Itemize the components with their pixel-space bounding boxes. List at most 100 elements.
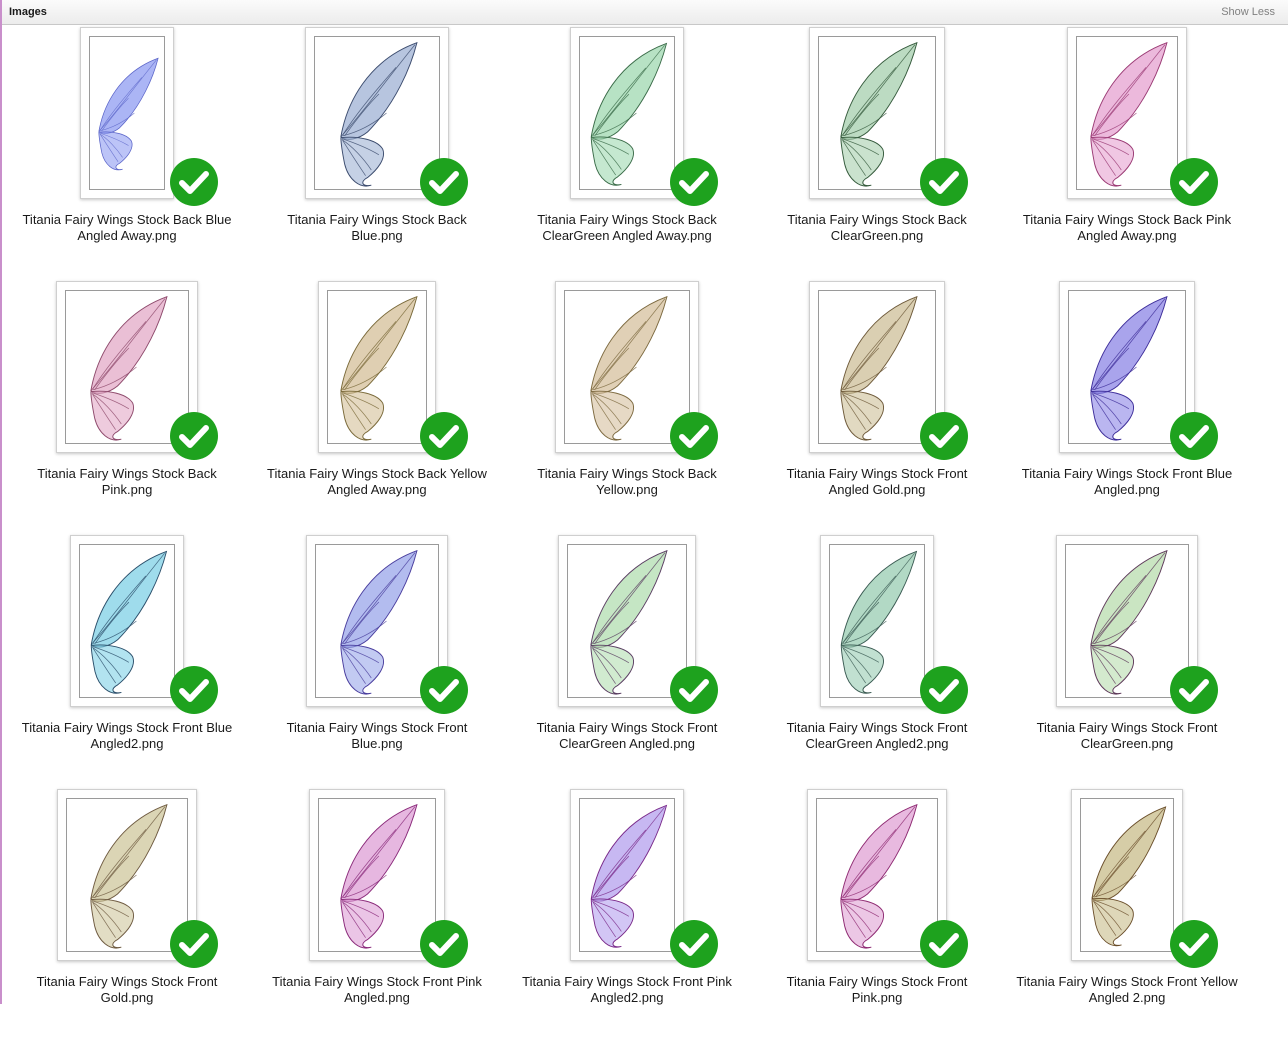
thumbnail-area [502, 25, 752, 207]
check-icon [1169, 157, 1219, 207]
image-item[interactable]: Titania Fairy Wings Stock Front Pink.png [752, 787, 1002, 1041]
check-icon [419, 919, 469, 969]
image-item[interactable]: Titania Fairy Wings Stock Back Yellow An… [252, 279, 502, 533]
thumbnail-image-border [579, 798, 675, 952]
wing-image [1090, 41, 1168, 187]
thumbnail-area [2, 279, 252, 461]
check-icon [919, 919, 969, 969]
thumbnail-area [252, 25, 502, 207]
check-icon [669, 157, 719, 207]
image-item[interactable]: Titania Fairy Wings Stock Back Pink Angl… [1002, 25, 1252, 279]
thumbnail-area [1002, 533, 1252, 715]
images-panel: Images Show Less Titania Fairy Wings Sto… [0, 0, 1288, 1005]
image-item[interactable]: Titania Fairy Wings Stock Front ClearGre… [752, 533, 1002, 787]
image-filename: Titania Fairy Wings Stock Back ClearGree… [537, 212, 717, 243]
image-thumbnail[interactable] [570, 27, 684, 199]
image-filename: Titania Fairy Wings Stock Front ClearGre… [786, 720, 968, 751]
check-icon [919, 665, 969, 715]
image-item[interactable]: Titania Fairy Wings Stock Front Blue Ang… [1002, 279, 1252, 533]
image-item[interactable]: Titania Fairy Wings Stock Front Angled G… [752, 279, 1002, 533]
thumbnail-area [502, 279, 752, 460]
thumbnail-area [2, 25, 252, 207]
image-thumbnail[interactable] [80, 27, 174, 199]
image-item[interactable]: Titania Fairy Wings Stock Front ClearGre… [502, 533, 752, 787]
thumbnail-area [252, 787, 502, 969]
image-item[interactable]: Titania Fairy Wings Stock Front ClearGre… [1002, 533, 1252, 787]
check-icon [419, 157, 469, 207]
wing-image [840, 41, 918, 187]
wing-image [590, 804, 668, 948]
check-icon [1169, 411, 1219, 461]
image-thumbnail[interactable] [570, 789, 684, 961]
image-filename: Titania Fairy Wings Stock Front ClearGre… [536, 720, 718, 751]
image-filename: Titania Fairy Wings Stock Front Pink Ang… [522, 974, 732, 1005]
thumbnail-area [752, 533, 1002, 715]
image-filename: Titania Fairy Wings Stock Front Blue Ang… [1021, 466, 1233, 497]
image-grid: Titania Fairy Wings Stock Back Blue Angl… [2, 25, 1288, 1005]
image-item[interactable]: Titania Fairy Wings Stock Back Yellow.pn… [502, 279, 752, 533]
thumbnail-area [752, 25, 1002, 207]
image-filename: Titania Fairy Wings Stock Back Yellow.pn… [537, 466, 717, 497]
image-item[interactable]: Titania Fairy Wings Stock Back Blue.png [252, 25, 502, 279]
wing-image [590, 42, 668, 186]
image-item[interactable]: Titania Fairy Wings Stock Front Blue.png [252, 533, 502, 787]
check-icon [169, 411, 219, 461]
image-item[interactable]: Titania Fairy Wings Stock Back ClearGree… [502, 25, 752, 279]
thumbnail-area [1002, 279, 1252, 461]
check-icon [1169, 665, 1219, 715]
thumbnail-area [502, 787, 752, 969]
image-thumbnail[interactable] [70, 535, 184, 707]
check-icon [669, 665, 719, 715]
image-filename: Titania Fairy Wings Stock Front Pink.png [786, 974, 968, 1005]
image-filename: Titania Fairy Wings Stock Back Pink.png [37, 466, 217, 497]
check-icon [419, 665, 469, 715]
thumbnail-area [752, 279, 1002, 461]
thumbnail-area [2, 787, 252, 968]
thumbnail-area [502, 533, 752, 715]
image-filename: Titania Fairy Wings Stock Front Gold.png [36, 974, 218, 1005]
thumbnail-image-border [79, 544, 175, 698]
image-item[interactable]: Titania Fairy Wings Stock Back Pink.png [2, 279, 252, 533]
image-filename: Titania Fairy Wings Stock Back Yellow An… [267, 466, 487, 497]
image-thumbnail[interactable] [820, 535, 934, 707]
check-icon [1169, 919, 1219, 969]
image-filename: Titania Fairy Wings Stock Back Pink Angl… [1022, 212, 1232, 243]
thumbnail-image-border [89, 36, 165, 190]
image-item[interactable]: Titania Fairy Wings Stock Front Pink Ang… [252, 787, 502, 1041]
check-icon [919, 157, 969, 207]
image-item[interactable]: Titania Fairy Wings Stock Back ClearGree… [752, 25, 1002, 279]
wing-image [840, 550, 918, 694]
image-filename: Titania Fairy Wings Stock Front Angled G… [786, 466, 968, 497]
wing-image [1090, 295, 1168, 441]
image-filename: Titania Fairy Wings Stock Back ClearGree… [787, 212, 967, 243]
image-item[interactable]: Titania Fairy Wings Stock Front Pink Ang… [502, 787, 752, 1041]
image-filename: Titania Fairy Wings Stock Front Pink Ang… [272, 974, 482, 1005]
image-item[interactable]: Titania Fairy Wings Stock Front Yellow A… [1002, 787, 1252, 1041]
wing-image [340, 803, 418, 949]
thumbnail-area [1002, 25, 1252, 207]
image-filename: Titania Fairy Wings Stock Front Yellow A… [1016, 974, 1238, 1005]
image-item[interactable]: Titania Fairy Wings Stock Front Blue Ang… [2, 533, 252, 787]
thumbnail-image-border [1080, 798, 1174, 952]
image-item[interactable]: Titania Fairy Wings Stock Front Gold.png [2, 787, 252, 1041]
image-filename: Titania Fairy Wings Stock Front Blue.png [286, 720, 468, 751]
section-title: Images [9, 6, 47, 18]
thumbnail-area [252, 279, 502, 460]
image-filename: Titania Fairy Wings Stock Front Blue Ang… [21, 720, 233, 751]
check-icon [169, 157, 219, 207]
thumbnail-image-border [579, 36, 675, 190]
thumbnail-image-border [1076, 36, 1178, 190]
image-filename: Titania Fairy Wings Stock Front ClearGre… [1036, 720, 1218, 751]
thumbnail-area [2, 533, 252, 715]
image-filename: Titania Fairy Wings Stock Back Blue Angl… [22, 212, 232, 243]
check-icon [169, 665, 219, 715]
section-header: Images Show Less [2, 0, 1288, 25]
show-less-button[interactable]: Show Less [1221, 6, 1275, 18]
thumbnail-area [752, 787, 1002, 969]
check-icon [919, 411, 969, 461]
check-icon [669, 919, 719, 969]
image-item[interactable]: Titania Fairy Wings Stock Back Blue Angl… [2, 25, 252, 279]
image-thumbnail[interactable] [1071, 789, 1183, 961]
thumbnail-area [1002, 787, 1252, 969]
image-filename: Titania Fairy Wings Stock Back Blue.png [287, 212, 467, 243]
